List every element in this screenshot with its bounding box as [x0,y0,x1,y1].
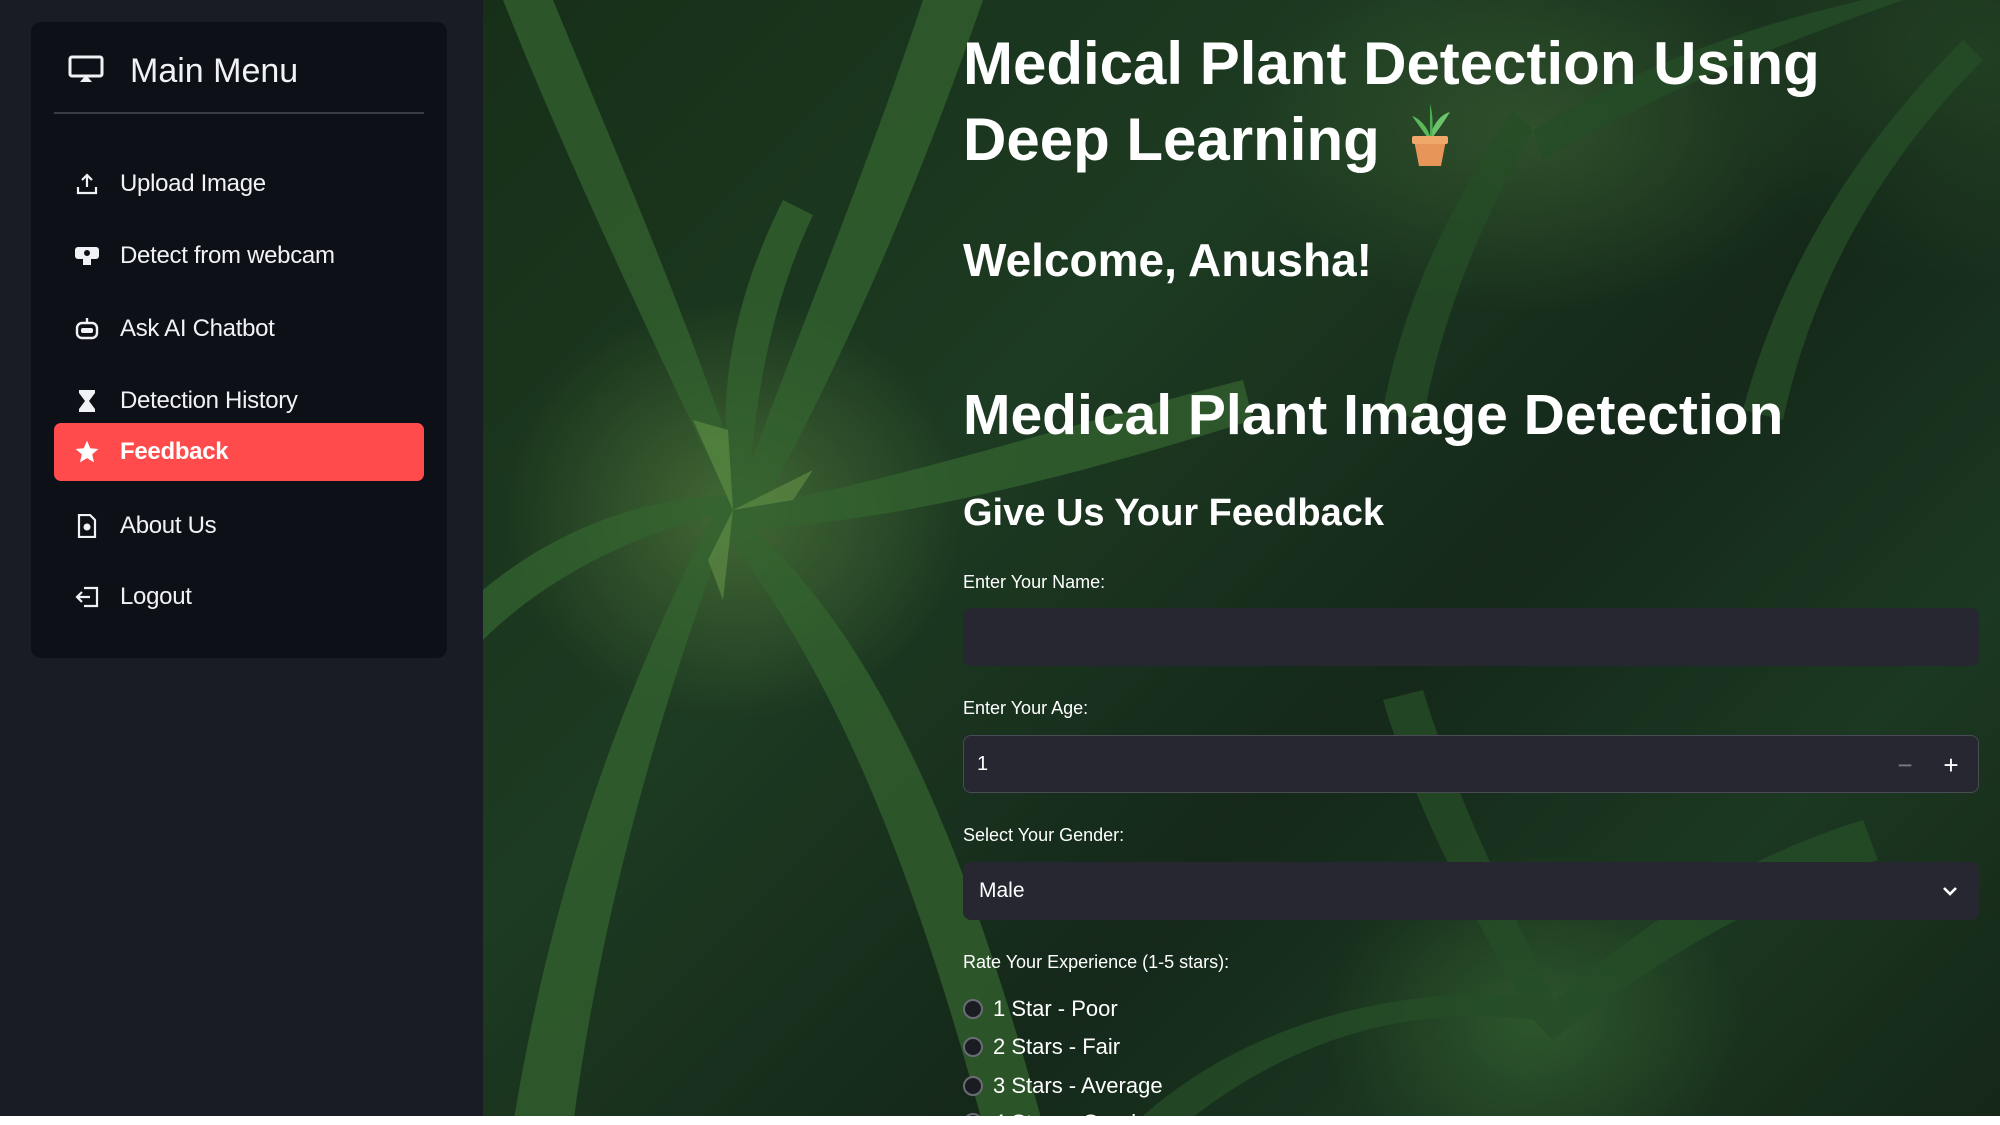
main-menu: Main Menu Upload Image Detect from webca… [31,22,447,658]
menu-item-label: Ask AI Chatbot [120,315,275,342]
age-decrement-button[interactable]: − [1890,747,1920,783]
radio-button[interactable] [963,999,983,1019]
hourglass-icon [72,386,102,416]
logout-icon [72,582,102,612]
document-icon [72,511,102,541]
age-number-input[interactable]: 1 − + [963,735,1979,793]
rating-option-label: 3 Stars - Average [993,1073,1163,1098]
section-heading: Medical Plant Image Detection [963,383,1784,447]
star-icon [72,437,102,467]
menu-item-label: Feedback [120,438,229,465]
gender-label: Select Your Gender: [963,825,1125,845]
menu-item-label: Upload Image [120,170,266,197]
rating-option-2[interactable]: 2 Stars - Fair [963,1034,1120,1060]
radio-button[interactable] [963,1037,983,1057]
rating-option-label: 2 Stars - Fair [993,1034,1121,1059]
rating-option-label: 1 Star - Poor [993,996,1118,1021]
name-label: Enter Your Name: [963,572,1106,592]
menu-item-ask-ai-chatbot[interactable]: Ask AI Chatbot [54,300,424,358]
menu-item-feedback[interactable]: Feedback [54,423,424,481]
webcam-icon [72,241,102,271]
age-label: Enter Your Age: [963,698,1089,718]
rating-option-1[interactable]: 1 Star - Poor [963,996,1118,1022]
rating-label: Rate Your Experience (1-5 stars): [963,952,1230,972]
robot-icon [72,314,102,344]
welcome-message: Welcome, Anusha! [963,234,1372,286]
upload-icon [72,169,102,199]
monitor-icon [68,54,104,89]
menu-item-upload-image[interactable]: Upload Image [54,155,424,213]
bottom-edge [0,1116,2000,1125]
rating-option-3[interactable]: 3 Stars - Average [963,1073,1163,1099]
menu-item-detection-history[interactable]: Detection History [54,372,424,430]
page-title-text: Medical Plant Detection Using Deep Learn… [963,30,1820,173]
menu-item-label: Detect from webcam [120,242,335,269]
menu-header: Main Menu [68,52,298,91]
main-content: Medical Plant Detection Using Deep Learn… [483,0,2000,1125]
potted-plant-icon [1406,102,1454,186]
name-input[interactable] [963,608,1979,666]
page-title: Medical Plant Detection Using Deep Learn… [963,26,1963,186]
radio-button[interactable] [963,1076,983,1096]
menu-item-detect-webcam[interactable]: Detect from webcam [54,227,424,285]
age-value[interactable]: 1 [977,753,988,776]
menu-item-label: Logout [120,583,192,610]
menu-title: Main Menu [130,52,299,90]
menu-item-label: Detection History [120,387,298,414]
chevron-down-icon [1939,880,1961,902]
menu-item-logout[interactable]: Logout [54,568,424,626]
age-increment-button[interactable]: + [1936,747,1966,783]
gender-select[interactable]: Male [963,862,1979,920]
menu-item-about-us[interactable]: About Us [54,497,424,555]
feedback-heading: Give Us Your Feedback [963,492,1384,534]
menu-divider [54,112,424,114]
menu-item-label: About Us [120,512,217,539]
gender-selected-value: Male [979,879,1025,902]
